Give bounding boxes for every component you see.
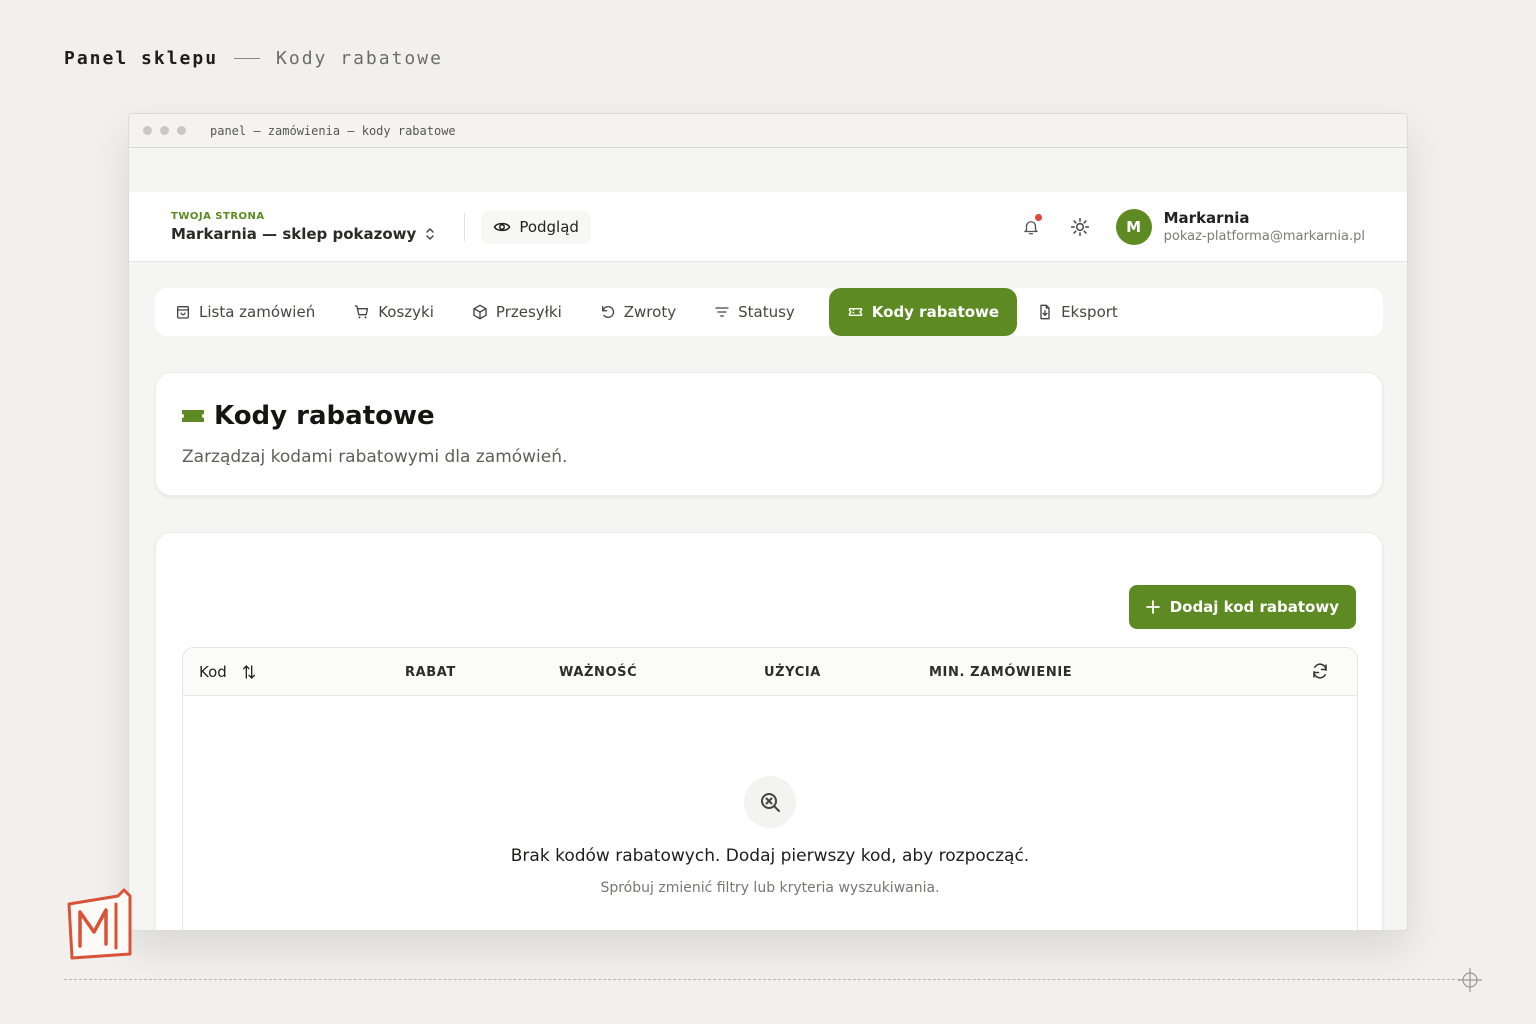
notification-badge xyxy=(1034,213,1042,221)
store-name[interactable]: Markarnia — sklep pokazowy xyxy=(171,225,436,243)
column-uzycia[interactable]: UŻYCIA xyxy=(764,648,821,696)
app-header: TWOJA STRONA Markarnia — sklep pokazowy … xyxy=(129,192,1407,262)
chevron-updown-icon xyxy=(426,227,435,240)
page-heading: Panel sklepu Kody rabatowe xyxy=(64,48,443,69)
window-path: panel — zamówienia — kody rabatowe xyxy=(210,123,456,138)
header-divider xyxy=(464,212,466,241)
tab-przesylki[interactable]: Przesyłki xyxy=(472,288,580,336)
orders-tabs: Lista zamówień Koszyki Przesyłki Zwroty … xyxy=(155,288,1383,336)
ticket-icon xyxy=(182,410,204,422)
page-heading-subtitle: Kody rabatowe xyxy=(276,48,443,69)
tab-label: Przesyłki xyxy=(495,303,562,321)
theme-toggle[interactable] xyxy=(1070,217,1090,237)
sun-icon xyxy=(1070,217,1089,236)
table-header: Kod RABAT WAŻNOŚĆ UŻYCIA MIN. ZAMÓWIENIE xyxy=(183,648,1357,696)
user-email: pokaz-platforma@markarnia.pl xyxy=(1163,229,1365,244)
notifications-button[interactable] xyxy=(1022,213,1042,237)
user-info[interactable]: Markarnia pokaz-platforma@markarnia.pl xyxy=(1164,209,1365,244)
user-name: Markarnia xyxy=(1163,209,1250,227)
column-kod[interactable]: Kod xyxy=(199,648,257,696)
preview-label: Podgląd xyxy=(519,217,579,236)
empty-state-title: Brak kodów rabatowych. Dodaj pierwszy ko… xyxy=(510,846,1030,866)
tab-zwroty[interactable]: Zwroty xyxy=(600,288,694,336)
tab-eksport[interactable]: Eksport xyxy=(1037,288,1136,336)
search-x-icon xyxy=(761,793,780,812)
tab-kody-rabatowe[interactable]: Kody rabatowe xyxy=(828,288,1018,336)
empty-state-hint: Spróbuj zmienić filtry lub kryteria wysz… xyxy=(600,880,940,896)
section-header-card: Kody rabatowe Zarządzaj kodami rabatowym… xyxy=(155,372,1383,496)
tab-label: Zwroty xyxy=(623,303,677,321)
browser-window: panel — zamówienia — kody rabatowe TWOJA… xyxy=(128,113,1408,931)
add-discount-code-button[interactable]: Dodaj kod rabatowy xyxy=(1128,585,1356,629)
tab-label: Eksport xyxy=(1061,303,1118,321)
tab-statusy[interactable]: Statusy xyxy=(714,288,813,336)
page-heading-title: Panel sklepu xyxy=(64,48,219,69)
heading-separator xyxy=(234,58,261,59)
bag-icon xyxy=(177,306,189,319)
top-strip xyxy=(129,148,1407,192)
sort-icon xyxy=(242,665,255,679)
ticket-icon xyxy=(848,308,862,316)
crosshair-icon xyxy=(1458,968,1482,992)
window-dot[interactable] xyxy=(160,126,169,135)
discount-codes-card: Dodaj kod rabatowy Kod RABAT WAŻNOŚĆ UŻY… xyxy=(155,532,1383,930)
column-waznosc[interactable]: WAŻNOŚĆ xyxy=(559,648,637,696)
store-kicker: TWOJA STRONA xyxy=(171,210,265,222)
discount-codes-table: Kod RABAT WAŻNOŚĆ UŻYCIA MIN. ZAMÓWIENIE… xyxy=(182,647,1358,930)
tab-label: Kody rabatowe xyxy=(871,303,1000,321)
empty-state-icon xyxy=(744,776,796,828)
section-title: Kody rabatowe xyxy=(214,401,435,431)
package-icon xyxy=(473,304,487,320)
header-actions: M Markarnia pokaz-platforma@markarnia.pl xyxy=(1022,208,1365,245)
plus-icon xyxy=(1145,600,1160,614)
tab-label: Lista zamówień xyxy=(199,303,316,321)
undo-icon xyxy=(601,306,614,318)
window-titlebar: panel — zamówienia — kody rabatowe xyxy=(129,114,1407,148)
window-dot[interactable] xyxy=(177,126,186,135)
eye-icon xyxy=(493,222,511,231)
tab-koszyki[interactable]: Koszyki xyxy=(353,288,452,336)
column-min-zamowienie[interactable]: MIN. ZAMÓWIENIE xyxy=(929,648,1072,696)
tab-label: Statusy xyxy=(738,303,795,321)
store-switcher[interactable]: TWOJA STRONA Markarnia — sklep pokazowy xyxy=(171,211,436,243)
refresh-icon[interactable] xyxy=(1311,662,1329,680)
cart-icon xyxy=(355,305,369,319)
preview-button[interactable]: Podgląd xyxy=(481,209,591,244)
empty-state: Brak kodów rabatowych. Dodaj pierwszy ko… xyxy=(183,776,1357,896)
add-button-label: Dodaj kod rabatowy xyxy=(1169,598,1339,616)
filter-icon xyxy=(715,307,729,317)
bottom-dashed-line xyxy=(64,979,1460,980)
file-export-icon xyxy=(1040,304,1050,320)
avatar[interactable]: M xyxy=(1115,208,1152,245)
tab-label: Koszyki xyxy=(378,303,434,321)
window-dot[interactable] xyxy=(143,126,152,135)
store-name-label: Markarnia — sklep pokazowy xyxy=(171,224,417,243)
section-title-row: Kody rabatowe xyxy=(182,401,1356,431)
tab-lista-zamowien[interactable]: Lista zamówień xyxy=(175,288,333,336)
column-rabat[interactable]: RABAT xyxy=(405,648,456,696)
column-label: Kod xyxy=(199,663,227,681)
section-description: Zarządzaj kodami rabatowymi dla zamówień… xyxy=(182,447,568,467)
markarnia-logo xyxy=(67,888,132,960)
